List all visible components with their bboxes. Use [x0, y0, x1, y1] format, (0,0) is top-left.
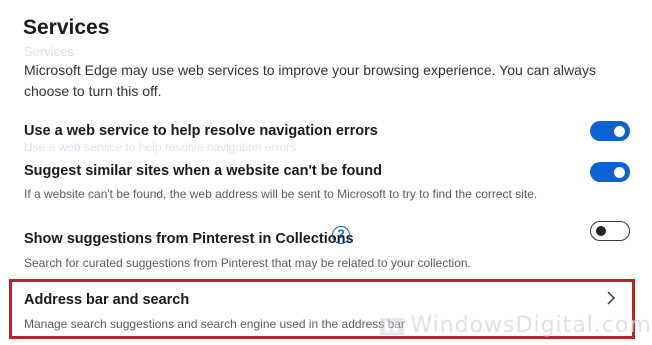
toggle-knob [614, 125, 625, 137]
setting-label-similar-sites: Suggest similar sites when a website can… [24, 163, 382, 179]
setting-sub-similar-sites: If a website can't be found, the web add… [24, 187, 538, 201]
ghost-text: Use a web service to help resolve naviga… [24, 140, 297, 154]
chevron-right-icon[interactable] [606, 291, 616, 305]
toggle-navigation-errors[interactable] [590, 121, 630, 141]
address-bar-sub: Manage search suggestions and search eng… [24, 317, 405, 331]
toggle-knob [614, 166, 625, 178]
toggle-pinterest[interactable] [590, 221, 630, 241]
section-title: Services [23, 16, 110, 39]
address-bar-label: Address bar and search [24, 292, 190, 308]
toggle-similar-sites[interactable] [590, 162, 630, 182]
setting-sub-pinterest: Search for curated suggestions from Pint… [24, 256, 471, 270]
setting-label-navigation-errors: Use a web service to help resolve naviga… [24, 123, 378, 139]
section-description: Microsoft Edge may use web services to i… [24, 62, 596, 99]
help-icon[interactable]: ? [332, 226, 350, 244]
ghost-text: Services [24, 44, 74, 59]
setting-label-pinterest: Show suggestions from Pinterest in Colle… [24, 231, 354, 247]
toggle-knob [596, 226, 606, 236]
